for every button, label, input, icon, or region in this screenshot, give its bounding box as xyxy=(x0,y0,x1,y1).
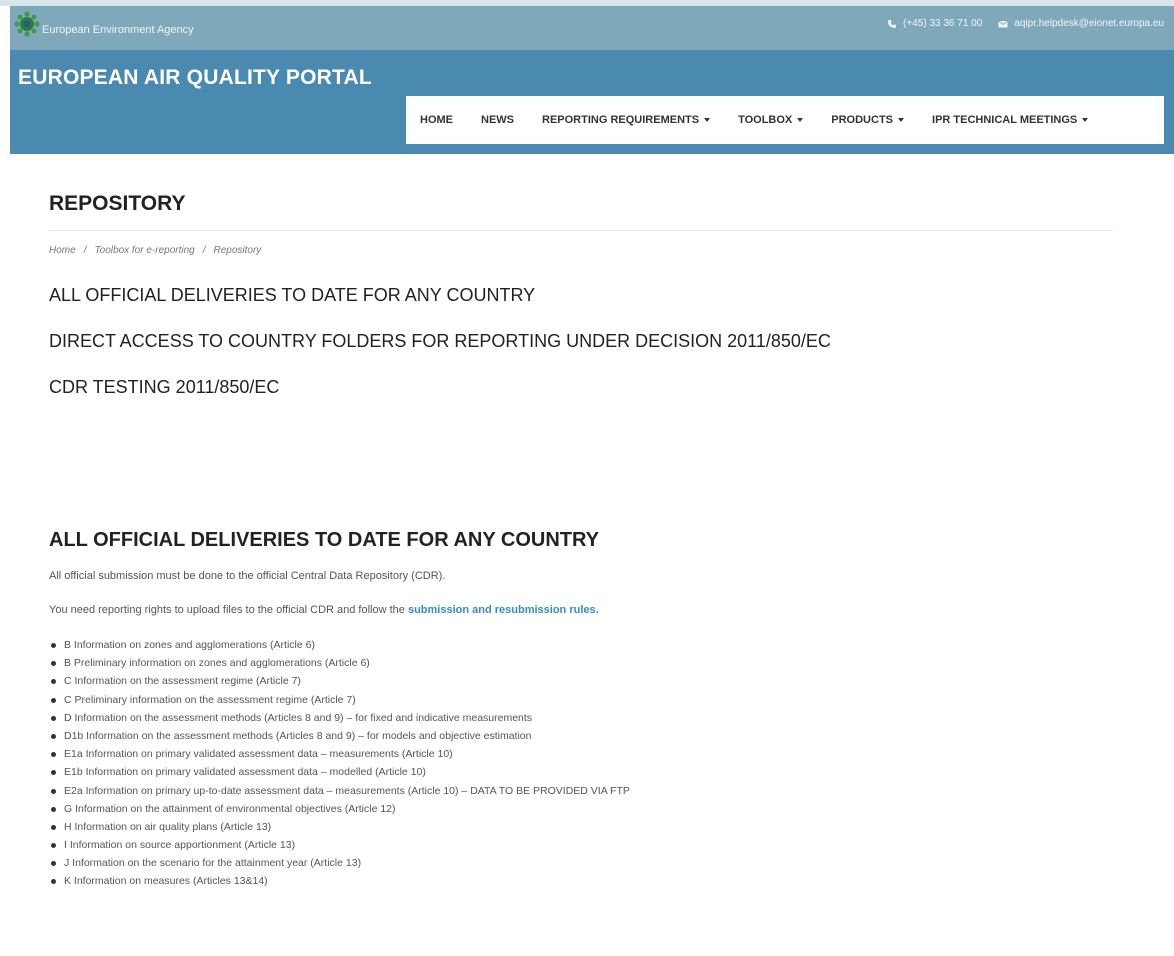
reporting-rights-text: You need reporting rights to upload file… xyxy=(49,604,599,616)
list-item[interactable]: B Preliminary information on zones and a… xyxy=(49,654,630,672)
nav-products[interactable]: PRODUCTS xyxy=(817,114,918,126)
phone-number[interactable]: (+45) 33 36 71 00 xyxy=(903,18,982,29)
list-item[interactable]: B Information on zones and agglomeration… xyxy=(49,636,630,654)
list-item[interactable]: E2a Information on primary up-to-date as… xyxy=(49,782,630,800)
eea-logo-icon[interactable] xyxy=(14,11,40,37)
portal-header: EUROPEAN AIR QUALITY PORTAL HOME NEWS RE… xyxy=(10,50,1174,154)
envelope-icon xyxy=(998,20,1009,27)
phone-icon xyxy=(888,19,897,28)
submission-rules-link[interactable]: submission and resubmission rules. xyxy=(408,604,599,616)
list-item[interactable]: K Information on measures (Articles 13&1… xyxy=(49,872,630,890)
link-all-official-deliveries[interactable]: ALL OFFICIAL DELIVERIES TO DATE FOR ANY … xyxy=(49,284,831,306)
portal-title[interactable]: EUROPEAN AIR QUALITY PORTAL xyxy=(18,66,372,90)
nav-label: REPORTING REQUIREMENTS xyxy=(542,114,700,126)
agency-top-bar: European Environment Agency (+45) 33 36 … xyxy=(10,6,1174,50)
nav-home[interactable]: HOME xyxy=(406,114,467,126)
title-divider xyxy=(49,230,1113,231)
cdr-intro-text: All official submission must be done to … xyxy=(49,570,446,582)
list-item[interactable]: C Preliminary information on the assessm… xyxy=(49,691,630,709)
nav-reporting-requirements[interactable]: REPORTING REQUIREMENTS xyxy=(528,114,724,126)
list-item[interactable]: E1b Information on primary validated ass… xyxy=(49,763,630,781)
list-item[interactable]: J Information on the scenario for the at… xyxy=(49,854,630,872)
breadcrumb-home[interactable]: Home xyxy=(49,245,76,256)
section-title: ALL OFFICIAL DELIVERIES TO DATE FOR ANY … xyxy=(49,529,600,551)
list-item[interactable]: I Information on source apportionment (A… xyxy=(49,836,630,854)
nav-label: TOOLBOX xyxy=(738,114,793,126)
breadcrumb-toolbox[interactable]: Toolbox for e-reporting xyxy=(94,245,194,256)
list-item[interactable]: D1b Information on the assessment method… xyxy=(49,727,630,745)
nav-toolbox[interactable]: TOOLBOX xyxy=(724,114,817,126)
link-cdr-testing[interactable]: CDR TESTING 2011/850/EC xyxy=(49,376,831,398)
contact-info: (+45) 33 36 71 00 aqipr.helpdesk@eionet.… xyxy=(887,18,1164,29)
list-item[interactable]: E1a Information on primary validated ass… xyxy=(49,745,630,763)
link-country-folders[interactable]: DIRECT ACCESS TO COUNTRY FOLDERS FOR REP… xyxy=(49,330,831,352)
reporting-rights-sentence: You need reporting rights to upload file… xyxy=(49,604,405,616)
list-item[interactable]: G Information on the attainment of envir… xyxy=(49,800,630,818)
breadcrumb: Home / Toolbox for e-reporting / Repository xyxy=(49,245,261,256)
nav-label: IPR TECHNICAL MEETINGS xyxy=(932,114,1078,126)
nav-label: PRODUCTS xyxy=(831,114,894,126)
list-item[interactable]: C Information on the assessment regime (… xyxy=(49,672,630,690)
caret-down-icon xyxy=(1082,118,1089,122)
main-nav: HOME NEWS REPORTING REQUIREMENTS TOOLBOX… xyxy=(406,96,1164,144)
breadcrumb-current: Repository xyxy=(213,245,262,256)
caret-down-icon xyxy=(704,118,711,122)
caret-down-icon xyxy=(898,118,905,122)
deliveries-list: B Information on zones and agglomeration… xyxy=(49,636,630,891)
nav-label: HOME xyxy=(420,114,453,126)
list-item[interactable]: D Information on the assessment methods … xyxy=(49,709,630,727)
quick-links: ALL OFFICIAL DELIVERIES TO DATE FOR ANY … xyxy=(49,284,831,422)
list-item[interactable]: H Information on air quality plans (Arti… xyxy=(49,818,630,836)
page-title: REPOSITORY xyxy=(49,192,186,215)
agency-name[interactable]: European Environment Agency xyxy=(42,24,194,36)
nav-label: NEWS xyxy=(481,114,514,126)
nav-news[interactable]: NEWS xyxy=(467,114,528,126)
breadcrumb-separator: / xyxy=(83,245,87,256)
breadcrumb-separator: / xyxy=(202,245,206,256)
helpdesk-email[interactable]: aqipr.helpdesk@eionet.europa.eu xyxy=(1014,18,1164,29)
nav-ipr-technical-meetings[interactable]: IPR TECHNICAL MEETINGS xyxy=(918,114,1102,126)
caret-down-icon xyxy=(797,118,804,122)
